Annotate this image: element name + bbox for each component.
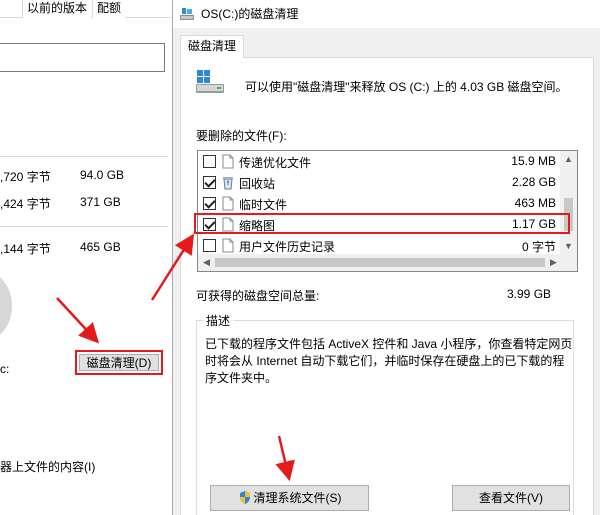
shield-icon <box>239 491 250 504</box>
horizontal-scrollbar[interactable]: ◀ ▶ <box>198 254 562 271</box>
file-size: 1.17 GB <box>511 217 556 231</box>
capacity-row: ,144 字节 465 GB <box>0 240 168 256</box>
files-to-delete-label: 要删除的文件(F): <box>196 129 287 143</box>
clean-system-files-button[interactable]: 清理系统文件(S) <box>210 485 369 511</box>
cleanup-panel: 可以使用"磁盘清理"来释放 OS (C:) 上的 4.03 GB 磁盘空间。 要… <box>180 57 594 515</box>
file-name: 回收站 <box>239 177 276 191</box>
scroll-corner <box>560 254 577 271</box>
list-item[interactable]: 临时文件 463 MB <box>198 193 564 214</box>
file-icon <box>222 154 234 169</box>
drive-name-input[interactable] <box>0 43 165 72</box>
tab-disk-cleanup[interactable]: 磁盘清理 <box>180 35 245 58</box>
total-space-label: 可获得的磁盘空间总量: <box>196 289 320 303</box>
total-space-value: 3.99 GB <box>507 287 552 301</box>
disk-cleanup-button-highlight: 磁盘清理(D) <box>75 350 163 375</box>
properties-tabs: 以前的版本 配额 <box>0 0 172 18</box>
properties-window: 以前的版本 配额 ,720 字节 94.0 GB ,424 字节 371 GB … <box>0 0 172 515</box>
file-icon <box>222 196 234 211</box>
capacity-size: 465 GB <box>80 240 121 254</box>
list-item[interactable]: 传递优化文件 15.9 MB <box>198 151 564 172</box>
list-item[interactable]: 用户文件历史记录 0 字节 <box>198 235 564 256</box>
window-title: OS(C:)的磁盘清理 <box>201 7 299 21</box>
view-files-button[interactable]: 查看文件(V) <box>452 485 570 511</box>
disk-cleanup-icon <box>180 8 194 20</box>
file-size: 0 字节 <box>521 240 556 254</box>
clean-system-files-label: 清理系统文件(S) <box>253 491 342 505</box>
divider <box>0 156 168 157</box>
file-name: 缩略图 <box>239 219 276 233</box>
file-size: 15.9 MB <box>511 154 556 168</box>
drive-icon <box>196 70 224 93</box>
file-name: 临时文件 <box>239 198 288 212</box>
files-to-delete-list[interactable]: 传递优化文件 15.9 MB 回收站 2.28 GB 临时文件 463 MB 缩… <box>197 150 578 272</box>
intro-text: 可以使用"磁盘清理"来释放 OS (C:) 上的 4.03 GB 磁盘空间。 <box>245 80 568 94</box>
used-space-row: ,720 字节 94.0 GB <box>0 168 168 184</box>
scroll-up-icon[interactable]: ▲ <box>560 151 577 168</box>
list-item[interactable]: 回收站 2.28 GB <box>198 172 564 193</box>
disk-cleanup-button[interactable]: 磁盘清理(D) <box>79 354 159 371</box>
description-label: 描述 <box>203 312 234 329</box>
checkbox[interactable] <box>203 176 216 189</box>
scroll-left-icon[interactable]: ◀ <box>198 254 215 271</box>
scroll-down-icon[interactable]: ▼ <box>560 238 577 255</box>
free-space-row: ,424 字节 371 GB <box>0 195 168 211</box>
tab-previous-versions[interactable]: 以前的版本 <box>22 0 92 18</box>
title-bar[interactable]: OS(C:)的磁盘清理 <box>173 0 600 28</box>
file-size: 2.28 GB <box>511 175 556 189</box>
scroll-thumb[interactable] <box>564 198 573 231</box>
file-icon <box>222 217 234 232</box>
recycle-bin-icon <box>223 177 233 190</box>
disk-cleanup-dialog: OS(C:)的磁盘清理 磁盘清理 可以使用"磁盘清理"来释放 OS (C:) 上… <box>172 0 600 515</box>
checkbox[interactable] <box>203 218 216 231</box>
scroll-thumb[interactable] <box>215 258 545 267</box>
file-icon <box>222 238 234 253</box>
capacity-bytes: ,144 字节 <box>0 242 51 256</box>
file-name: 传递优化文件 <box>239 156 312 170</box>
description-text: 已下载的程序文件包括 ActiveX 控件和 Java 小程序，你查看特定网页时… <box>205 337 573 385</box>
checkbox[interactable] <box>203 155 216 168</box>
file-size: 463 MB <box>514 196 556 210</box>
free-size: 371 GB <box>80 195 121 209</box>
checkbox[interactable] <box>203 239 216 252</box>
index-contents-option[interactable]: 器上文件的内容(I) <box>0 458 95 475</box>
list-item[interactable]: 缩略图 1.17 GB <box>198 214 564 235</box>
free-bytes: ,424 字节 <box>0 197 51 211</box>
disk-usage-pie <box>0 272 12 340</box>
used-size: 94.0 GB <box>80 168 125 182</box>
used-bytes: ,720 字节 <box>0 170 51 184</box>
file-name: 用户文件历史记录 <box>239 240 336 254</box>
tab-quota[interactable]: 配额 <box>92 0 126 18</box>
drive-label: c: <box>0 362 10 376</box>
vertical-scrollbar[interactable]: ▲ ▼ <box>560 151 577 255</box>
checkbox[interactable] <box>203 197 216 210</box>
divider <box>0 226 168 227</box>
